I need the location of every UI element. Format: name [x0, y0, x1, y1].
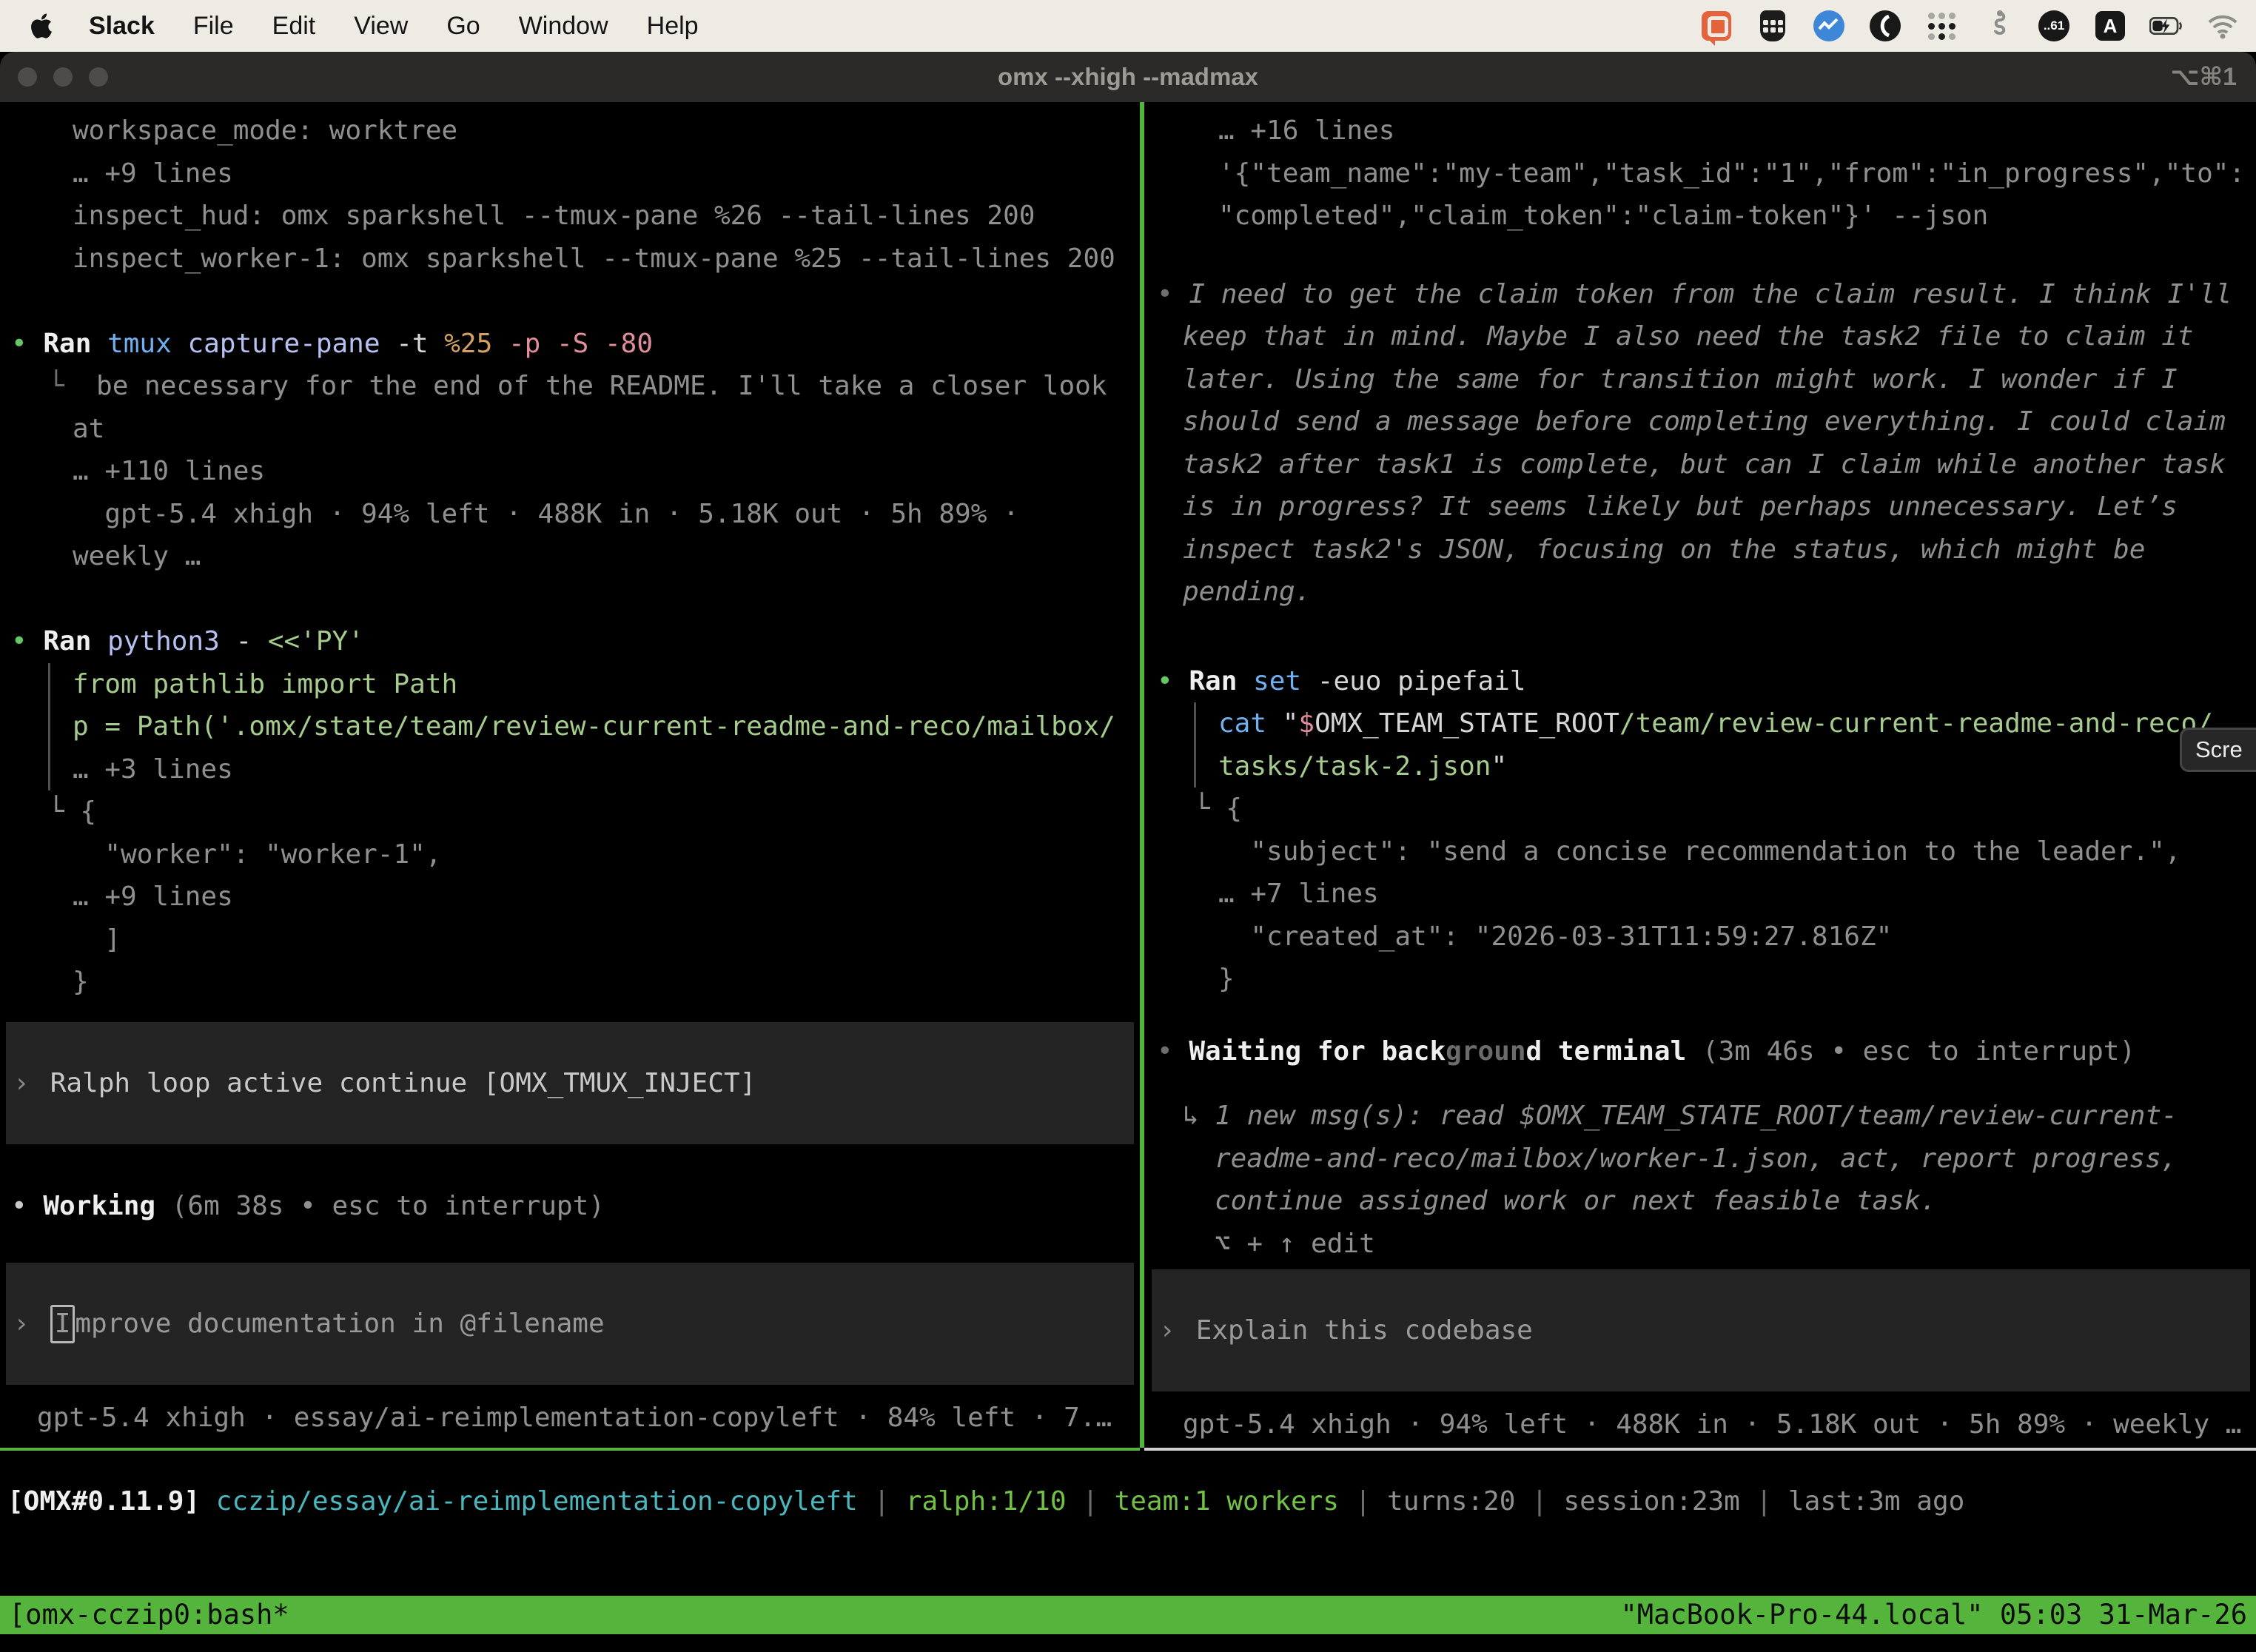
thinking-line: should send a message before completing …	[1146, 400, 2256, 443]
screen-recording-tooltip: Scre	[2180, 728, 2256, 772]
tmux-pane-right[interactable]: … +16 lines '{"team_name":"my-team","tas…	[1146, 102, 2256, 1448]
terminal-line: "subject": "send a concise recommendatio…	[1146, 830, 2256, 873]
terminal-line: weekly …	[0, 535, 1140, 578]
window-titlebar[interactable]: omx --xhigh --madmax ⌥⌘1	[0, 52, 2256, 102]
window-title: omx --xhigh --madmax	[0, 63, 2256, 91]
text-cursor: I	[50, 1305, 75, 1343]
terminal-line: }	[1146, 958, 2256, 1001]
grid-dots-icon[interactable]	[1924, 9, 1958, 43]
menu-bar: Slack File Edit View Go Window Help ..61	[0, 0, 2256, 52]
app-menus: Slack File Edit View Go Window Help	[89, 12, 699, 41]
terminal-line: "created_at": "2026-03-31T11:59:27.816Z"	[1146, 916, 2256, 958]
tmux-pane-border-inactive	[1144, 1448, 2256, 1451]
tmux-pane-divider[interactable]	[1140, 102, 1144, 1448]
mailbox-message: continue assigned work or next feasible …	[1146, 1180, 2256, 1223]
thinking-line: is in progress? It seems likely but perh…	[1146, 486, 2256, 528]
hook-icon[interactable]	[1981, 9, 2015, 43]
status-icons: ..61 A	[1699, 9, 2256, 43]
ran-python-command: • Ran python3 - <<'PY'	[0, 620, 1140, 663]
menu-window[interactable]: Window	[519, 12, 608, 41]
mailbox-message: ↳ 1 new msg(s): read $OMX_TEAM_STATE_ROO…	[1146, 1095, 2256, 1138]
code-line: from pathlib import Path	[50, 663, 1140, 706]
thinking-line: pending.	[1146, 571, 2256, 614]
apple-menu-icon[interactable]	[30, 12, 53, 40]
inject-status-text: Ralph loop active continue [OMX_TMUX_INJ…	[50, 1068, 756, 1098]
code-line: cat "$OMX_TEAM_STATE_ROOT/team/review-cu…	[1196, 702, 2256, 745]
code-block: cat "$OMX_TEAM_STATE_ROOT/team/review-cu…	[1194, 702, 2256, 788]
tmux-session-name: [omx-cczip0:bash*	[9, 1596, 289, 1634]
session-status-left: gpt-5.4 xhigh · essay/ai-reimplementatio…	[0, 1397, 1140, 1440]
terminal-line: inspect_worker-1: omx sparkshell --tmux-…	[0, 238, 1140, 281]
prompt-chevron-icon: ›	[6, 1068, 30, 1098]
terminal-line: ]	[0, 919, 1140, 961]
menu-file[interactable]: File	[193, 12, 234, 41]
menu-help[interactable]: Help	[647, 12, 699, 41]
terminal-line: └ be necessary for the end of the README…	[0, 365, 1140, 408]
thinking-line: later. Using the same for transition mig…	[1146, 358, 2256, 401]
crescent-icon[interactable]	[1868, 9, 1902, 43]
terminal-line: "worker": "worker-1",	[0, 833, 1140, 876]
prompt-placeholder: mprove documentation in @filename	[75, 1309, 604, 1339]
code-line: … +3 lines	[50, 748, 1140, 791]
menu-edit[interactable]: Edit	[272, 12, 316, 41]
terminal-line: … +110 lines	[0, 450, 1140, 493]
terminal-line: gpt-5.4 xhigh · 94% left · 488K in · 5.1…	[0, 493, 1140, 536]
tmux-status-bar: [omx-cczip0:bash* "MacBook-Pro-44.local"…	[0, 1596, 2256, 1634]
prompt-input-left[interactable]: › I mprove documentation in @filename	[6, 1263, 1134, 1385]
terminal-line: at	[0, 408, 1140, 451]
terminal-line: … +9 lines	[0, 876, 1140, 919]
badge-61-icon[interactable]: ..61	[2037, 9, 2071, 43]
mailbox-message: readme-and-reco/mailbox/worker-1.json, a…	[1146, 1138, 2256, 1181]
keyboard-layout-icon[interactable]: A	[2093, 9, 2127, 43]
omx-status-line: [OMX#0.11.9] cczip/essay/ai-reimplementa…	[0, 1480, 2256, 1523]
thinking-line: • I need to get the claim token from the…	[1146, 273, 2256, 316]
terminal-content: workspace_mode: worktree … +9 lines insp…	[0, 102, 2256, 1652]
thinking-line: inspect task2's JSON, focusing on the st…	[1146, 528, 2256, 571]
ran-set-command: • Ran set -euo pipefail	[1146, 660, 2256, 703]
pulse-icon[interactable]	[1812, 9, 1846, 43]
edit-hint: ⌥ + ↑ edit	[1146, 1223, 2256, 1266]
terminal-line: "completed","claim_token":"claim-token"}…	[1146, 195, 2256, 238]
code-line: tasks/task-2.json"	[1196, 745, 2256, 788]
tmux-pane-border-active	[0, 1448, 1140, 1451]
tmux-host-clock: "MacBook-Pro-44.local" 05:03 31-Mar-26	[1621, 1596, 2247, 1634]
window-shortcut: ⌥⌘1	[2170, 62, 2237, 92]
thinking-line: keep that in mind. Maybe I also need the…	[1146, 315, 2256, 358]
terminal-line: … +16 lines	[1146, 110, 2256, 152]
terminal-line: workspace_mode: worktree	[0, 110, 1140, 152]
menu-go[interactable]: Go	[446, 12, 480, 41]
chat-app-icon[interactable]	[1699, 9, 1733, 43]
prompt-chevron-icon: ›	[1152, 1315, 1175, 1346]
wifi-icon[interactable]	[2206, 9, 2240, 43]
thinking-line: task2 after task1 is complete, but can I…	[1146, 443, 2256, 486]
terminal-line: … +7 lines	[1146, 873, 2256, 916]
prompt-input-right[interactable]: › Explain this codebase	[1152, 1269, 2250, 1391]
terminal-line: }	[0, 961, 1140, 1004]
ran-tmux-command: • Ran tmux capture-pane -t %25 -p -S -80	[0, 323, 1140, 366]
waiting-status: • Waiting for background terminal (3m 46…	[1146, 1030, 2256, 1073]
shield-icon[interactable]	[1756, 9, 1790, 43]
terminal-line: └ {	[0, 790, 1140, 833]
menu-app-name[interactable]: Slack	[89, 12, 155, 41]
code-line: p = Path('.omx/state/team/review-current…	[50, 705, 1140, 748]
terminal-line: … +9 lines	[0, 152, 1140, 195]
code-block: from pathlib import Path p = Path('.omx/…	[48, 663, 1140, 791]
menu-view[interactable]: View	[354, 12, 408, 41]
prompt-placeholder: Explain this codebase	[1196, 1315, 1533, 1346]
working-status: • Working (6m 38s • esc to interrupt)	[0, 1185, 1140, 1228]
prompt-chevron-icon: ›	[6, 1309, 30, 1339]
terminal-line: '{"team_name":"my-team","task_id":"1","f…	[1146, 152, 2256, 195]
battery-icon[interactable]	[2149, 9, 2183, 43]
tmux-pane-left[interactable]: workspace_mode: worktree … +9 lines insp…	[0, 102, 1140, 1448]
inject-status-band[interactable]: › Ralph loop active continue [OMX_TMUX_I…	[6, 1022, 1134, 1144]
terminal-line: inspect_hud: omx sparkshell --tmux-pane …	[0, 195, 1140, 238]
terminal-window: omx --xhigh --madmax ⌥⌘1 workspace_mode:…	[0, 52, 2256, 1652]
terminal-line: └ {	[1146, 788, 2256, 830]
session-status-right: gpt-5.4 xhigh · 94% left · 488K in · 5.1…	[1146, 1403, 2256, 1446]
